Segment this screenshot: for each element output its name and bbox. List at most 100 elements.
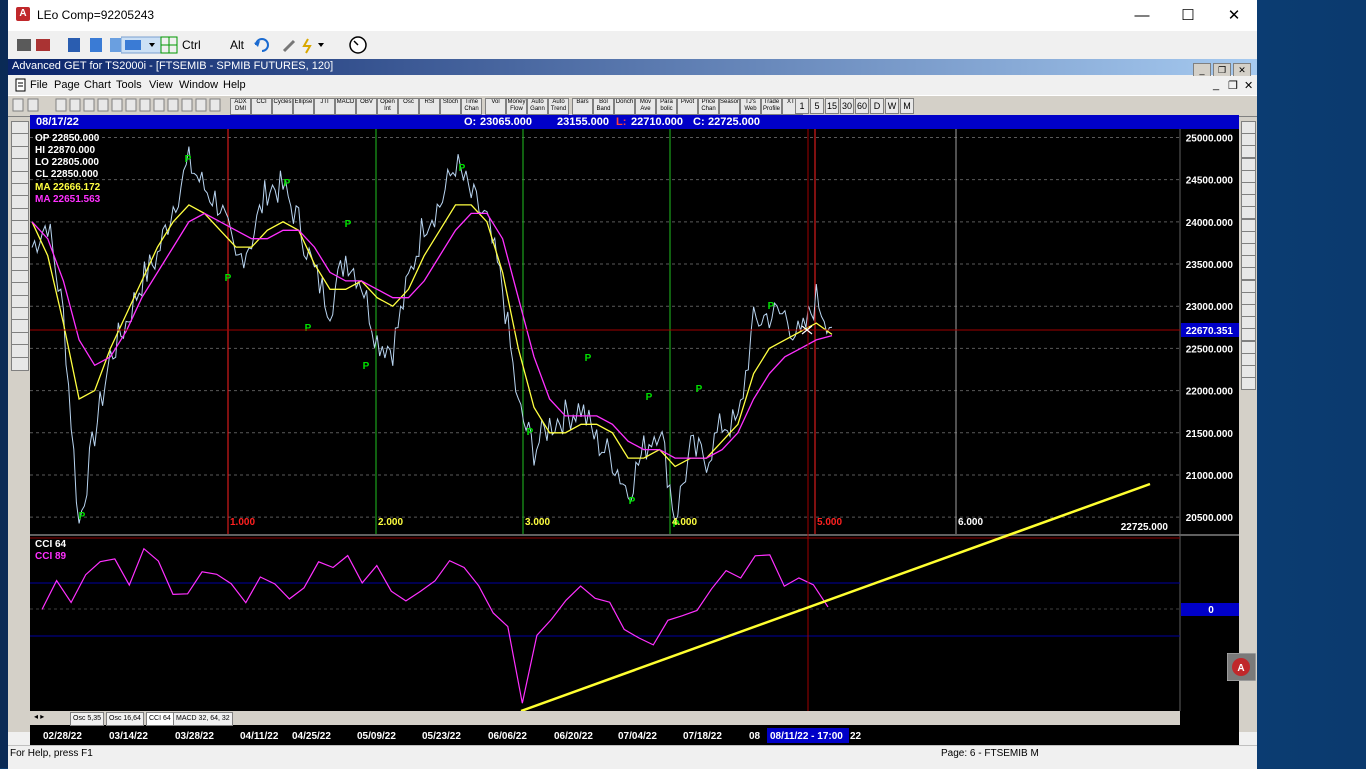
right-tool-icon-4[interactable] — [1241, 169, 1256, 183]
right-tool-icon-20[interactable] — [1241, 365, 1256, 378]
right-tool-icon-3[interactable] — [1241, 157, 1256, 171]
right-tool-icon-19[interactable] — [1241, 352, 1256, 366]
timeframe-button-2[interactable]: 15 — [825, 98, 839, 114]
tab-macd[interactable]: MACD 32, 64, 32 — [173, 712, 233, 726]
study-button-25[interactable]: Trade Profile — [761, 98, 782, 115]
pivot-marker: P — [768, 301, 775, 312]
study-button-0[interactable]: ADX DMI — [230, 98, 251, 115]
timeframe-button-6[interactable]: W — [885, 98, 899, 114]
study-button-20[interactable]: Para bolic — [656, 98, 677, 115]
menu-page[interactable]: Page — [54, 79, 80, 91]
osc-zero-label: 0 — [1208, 605, 1214, 616]
clock-icon[interactable] — [348, 35, 368, 55]
right-tool-icon-12[interactable] — [1241, 267, 1256, 281]
menu-file[interactable]: File — [30, 79, 48, 91]
menu-window[interactable]: Window — [179, 79, 218, 91]
alt-button[interactable]: Alt — [230, 35, 244, 55]
maximize-button[interactable]: ☐ — [1165, 0, 1211, 31]
left-tool-icon-19[interactable] — [11, 356, 29, 371]
right-tool-icon-2[interactable] — [1241, 145, 1256, 159]
cci-oscillator — [41, 547, 829, 704]
refresh-icon[interactable] — [252, 35, 270, 55]
timeframe-button-3[interactable]: 30 — [840, 98, 854, 114]
right-tool-icon-15[interactable] — [1241, 304, 1256, 317]
right-tool-icon-0[interactable] — [1241, 121, 1256, 134]
date-tick-label: 08 — [749, 731, 761, 742]
timeframe-button-0[interactable]: 1 — [795, 98, 809, 114]
study-button-4[interactable]: JTI — [314, 98, 335, 115]
layout-icons[interactable] — [66, 35, 126, 55]
study-button-6[interactable]: OBV — [356, 98, 377, 115]
ctrl-button[interactable]: Ctrl — [182, 35, 201, 55]
file-tools-icons[interactable] — [12, 98, 232, 114]
crosshair-icon[interactable] — [160, 35, 178, 55]
study-tabs: ◂ ▸ Osc 5,35 Osc 16,64 CCI 64 MACD 32, 6… — [30, 711, 1180, 726]
menu-restore[interactable]: ❐ — [1228, 79, 1238, 92]
study-button-7[interactable]: Open Int — [377, 98, 398, 115]
study-button-2[interactable]: Cycles — [272, 98, 293, 115]
study-button-24[interactable]: TJ's Web — [740, 98, 761, 115]
study-button-15[interactable]: Auto Trend — [548, 98, 569, 115]
right-tool-icon-11[interactable] — [1241, 255, 1256, 269]
study-button-17[interactable]: Bol Band — [593, 98, 614, 115]
price-chart[interactable]: PPPPPPPPPPPPPPP 25000.00024500.00024000.… — [30, 129, 1239, 711]
right-tool-icon-7[interactable] — [1241, 206, 1256, 220]
tab-scroll-arrows[interactable]: ◂ ▸ — [34, 712, 44, 721]
right-tool-icon-6[interactable] — [1241, 194, 1256, 208]
right-tool-icon-10[interactable] — [1241, 243, 1256, 256]
minimize-button[interactable]: — — [1119, 0, 1165, 31]
date-tick-label: 03/28/22 — [175, 731, 214, 742]
cci-line — [41, 547, 829, 704]
study-button-12[interactable]: Vol — [485, 98, 506, 115]
right-tool-icon-1[interactable] — [1241, 133, 1256, 147]
timeframe-button-1[interactable]: 5 — [810, 98, 824, 114]
tab-osc-5-35[interactable]: Osc 5,35 — [70, 712, 105, 726]
floating-app-icon[interactable]: A — [1227, 653, 1256, 681]
study-button-3[interactable]: Ellipse — [293, 98, 314, 115]
right-tool-icon-9[interactable] — [1241, 230, 1256, 244]
menu-close[interactable]: ✕ — [1244, 79, 1253, 92]
tab-cci-64[interactable]: CCI 64 — [146, 712, 174, 726]
study-button-9[interactable]: RSI — [419, 98, 440, 115]
right-tool-icon-14[interactable] — [1241, 291, 1256, 305]
study-button-13[interactable]: Money Flow — [506, 98, 527, 115]
timeframe-button-5[interactable]: D — [870, 98, 884, 114]
monitor-dropdown-icon[interactable] — [121, 35, 161, 55]
right-tool-icon-18[interactable] — [1241, 340, 1256, 354]
study-button-16[interactable]: Bars — [572, 98, 593, 115]
chart-area[interactable]: 08/17/22 O: 23065.000 23155.000 L: 22710… — [30, 115, 1239, 745]
right-tool-icon-16[interactable] — [1241, 316, 1256, 330]
right-tool-icon-5[interactable] — [1241, 182, 1256, 195]
tab-osc-16-64[interactable]: Osc 16,64 — [106, 712, 144, 726]
menu-minimize[interactable]: _ — [1213, 79, 1219, 91]
pivot-marker: P — [527, 427, 534, 438]
right-tool-icon-13[interactable] — [1241, 279, 1256, 293]
price-tick-label: 22000.000 — [1186, 387, 1234, 398]
study-button-22[interactable]: Price Chan — [698, 98, 719, 115]
pivot-marker: P — [696, 384, 703, 395]
timeframe-button-4[interactable]: 60 — [855, 98, 869, 114]
study-button-5[interactable]: MACD — [335, 98, 356, 115]
study-button-23[interactable]: Seasonals — [719, 98, 740, 115]
menu-help[interactable]: Help — [223, 79, 246, 91]
draw-tools-icon[interactable] — [280, 35, 330, 55]
study-button-10[interactable]: Stoch — [440, 98, 461, 115]
study-button-21[interactable]: Pivot — [677, 98, 698, 115]
study-button-19[interactable]: Mov Ave — [635, 98, 656, 115]
last-price-label: 22725.000 — [1121, 522, 1169, 533]
timeframe-button-7[interactable]: M — [900, 98, 914, 114]
close-button[interactable]: ✕ — [1211, 0, 1257, 31]
study-button-1[interactable]: CCI — [251, 98, 272, 115]
study-button-8[interactable]: Osc — [398, 98, 419, 115]
menu-chart[interactable]: Chart — [84, 79, 111, 91]
study-button-18[interactable]: Donch — [614, 98, 635, 115]
right-tool-icon-8[interactable] — [1241, 218, 1256, 232]
study-button-14[interactable]: Auto Gann — [527, 98, 548, 115]
price-tick-label: 23500.000 — [1186, 260, 1234, 271]
connect-icon[interactable] — [16, 35, 54, 55]
menu-view[interactable]: View — [149, 79, 173, 91]
right-tool-icon-21[interactable] — [1241, 377, 1256, 391]
study-button-11[interactable]: Time Chan — [461, 98, 482, 115]
menu-tools[interactable]: Tools — [116, 79, 142, 91]
right-tool-icon-17[interactable] — [1241, 328, 1256, 342]
